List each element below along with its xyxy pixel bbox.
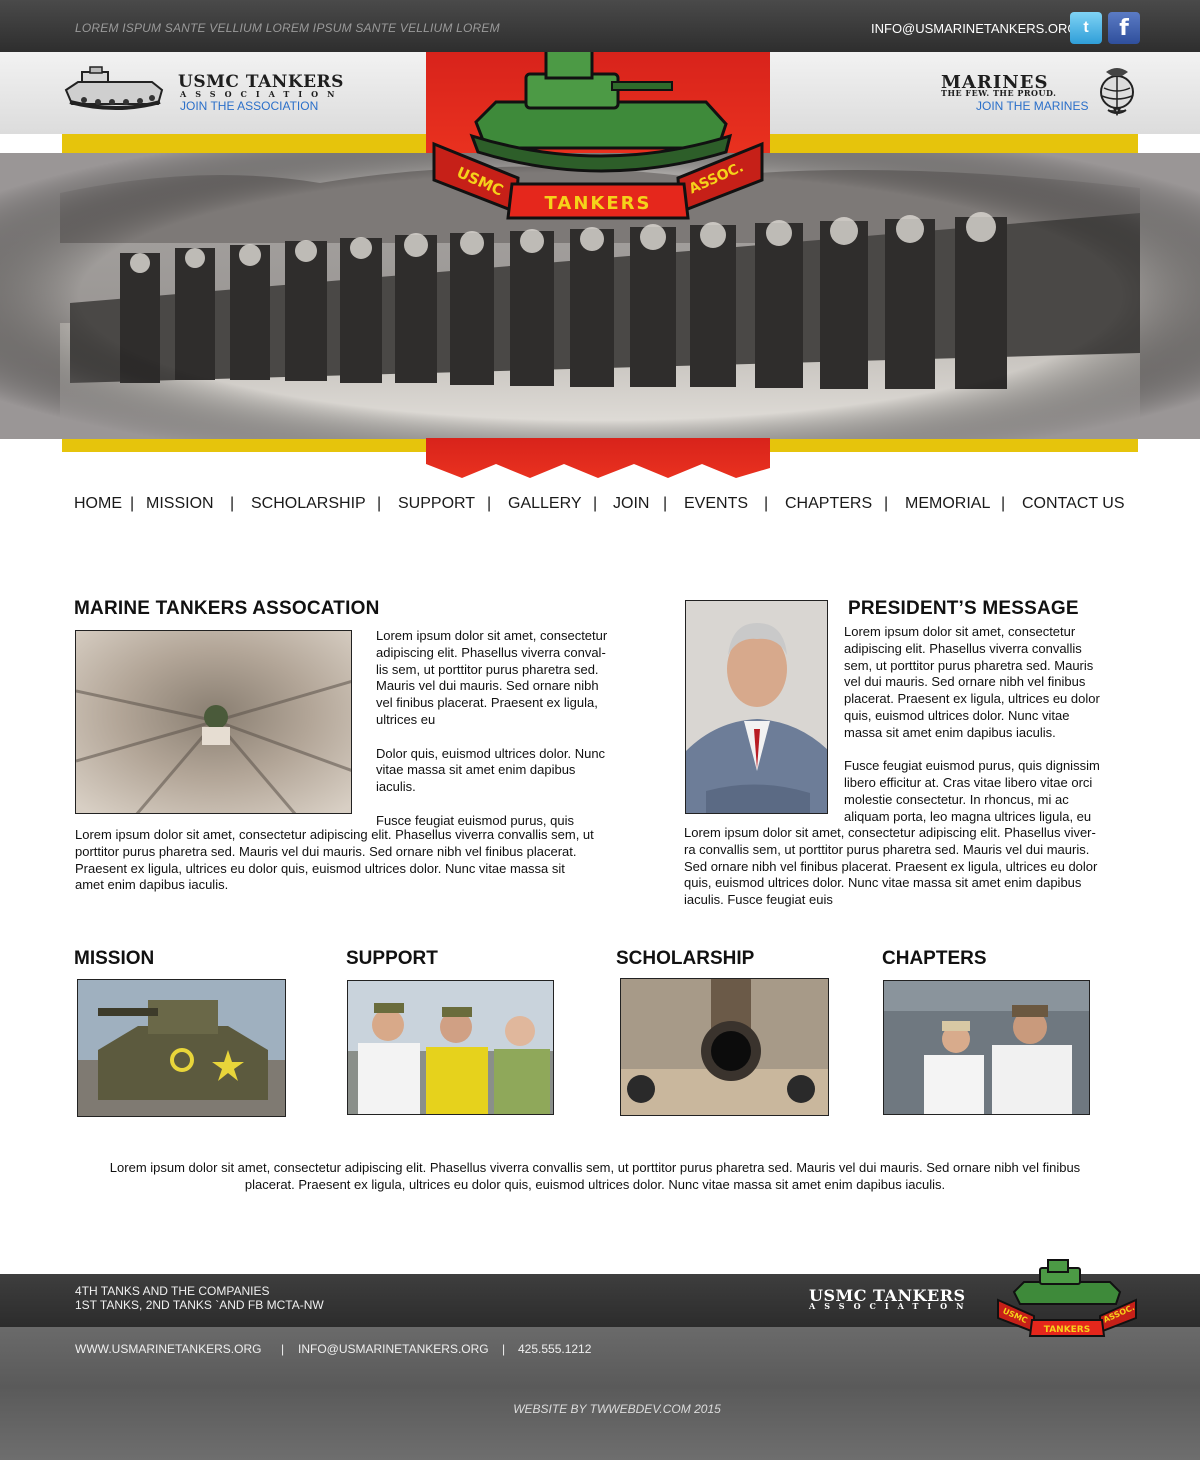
footer-credit-link[interactable]: WEBSITE BY TWWEBDEV.COM 2015	[0, 1402, 1200, 1416]
nav-contact-us[interactable]: CONTACT US	[1022, 495, 1125, 513]
nav-mission[interactable]: MISSION	[146, 495, 214, 513]
president-heading: PRESIDENT’S MESSAGE	[848, 598, 1079, 619]
nav-home[interactable]: HOME	[74, 495, 122, 513]
association-photo	[75, 630, 352, 814]
nav-separator: |	[764, 495, 769, 512]
tagline: LOREM ISPUM SANTE VELLIUM LOREM IPSUM SA…	[75, 21, 500, 35]
association-wrap-text: Lorem ipsum dolor sit amet, consectetur …	[376, 628, 608, 828]
nav-separator: |	[230, 495, 235, 512]
nav-chapters[interactable]: CHAPTERS	[785, 495, 872, 513]
nav-separator: |	[130, 495, 135, 512]
president-full-text: Lorem ipsum dolor sit amet, consectetur …	[684, 825, 1098, 908]
top-email-link[interactable]: INFO@USMARINETANKERS.ORG	[871, 21, 1078, 36]
feature-mission-photo[interactable]	[77, 979, 286, 1117]
feature-scholarship-heading[interactable]: SCHOLARSHIP	[616, 948, 754, 970]
footer-separator: |	[502, 1342, 506, 1356]
nav-separator: |	[663, 495, 668, 512]
facebook-icon[interactable]: f	[1108, 12, 1140, 44]
nav-separator: |	[487, 495, 492, 512]
eagle-globe-anchor-icon	[1100, 68, 1134, 116]
tankers-emblem: USMC TANKERS ASSOC.	[426, 52, 770, 478]
footer-email-link[interactable]: INFO@USMARINETANKERS.ORG	[298, 1342, 489, 1356]
footer-units: 4TH TANKS AND THE COMPANIES 1ST TANKS, 2…	[75, 1284, 324, 1312]
nav-support[interactable]: SUPPORT	[398, 495, 475, 513]
feature-chapters-heading[interactable]: CHAPTERS	[882, 948, 987, 970]
feature-support-photo[interactable]	[347, 980, 554, 1115]
nav-separator: |	[1001, 495, 1006, 512]
nav-separator: |	[884, 495, 889, 512]
footer-emblem-icon: USMC TANKERS ASSOC.	[997, 1259, 1137, 1337]
footer-brand-subtitle: ASSOCIATION	[809, 1301, 973, 1311]
president-wrap-text: Lorem ipsum dolor sit amet, consectetur …	[844, 624, 1100, 824]
nav-join[interactable]: JOIN	[613, 495, 649, 513]
nav-separator: |	[593, 495, 598, 512]
join-association-link[interactable]: JOIN THE ASSOCIATION	[180, 99, 318, 113]
association-heading: MARINE TANKERS ASSOCATION	[74, 598, 380, 619]
feature-mission-heading[interactable]: MISSION	[74, 948, 154, 970]
nav-events[interactable]: EVENTS	[684, 495, 748, 513]
president-photo	[685, 600, 828, 814]
summary-text: Lorem ipsum dolor sit amet, consectetur …	[109, 1160, 1081, 1192]
footer-separator: |	[281, 1342, 285, 1356]
brand-subtitle: ASSOCIATION	[180, 89, 344, 99]
twitter-icon[interactable]: t	[1070, 12, 1102, 44]
svg-text:TANKERS: TANKERS	[1044, 1325, 1090, 1335]
association-full-text: Lorem ipsum dolor sit amet, consectetur …	[75, 827, 594, 893]
marines-tagline: THE FEW. THE PROUD.	[941, 88, 1057, 98]
footer-website-link[interactable]: WWW.USMARINETANKERS.ORG	[75, 1342, 261, 1356]
nav-memorial[interactable]: MEMORIAL	[905, 495, 990, 513]
tank-logo-icon	[64, 66, 164, 110]
join-marines-link[interactable]: JOIN THE MARINES	[976, 99, 1088, 113]
nav-separator: |	[377, 495, 382, 512]
nav-gallery[interactable]: GALLERY	[508, 495, 582, 513]
footer-phone: 425.555.1212	[518, 1342, 592, 1356]
feature-chapters-photo[interactable]	[883, 980, 1090, 1115]
nav-scholarship[interactable]: SCHOLARSHIP	[251, 495, 366, 513]
feature-support-heading[interactable]: SUPPORT	[346, 948, 438, 970]
feature-scholarship-photo[interactable]	[620, 978, 829, 1116]
ribbon-tankers: TANKERS	[545, 193, 652, 214]
